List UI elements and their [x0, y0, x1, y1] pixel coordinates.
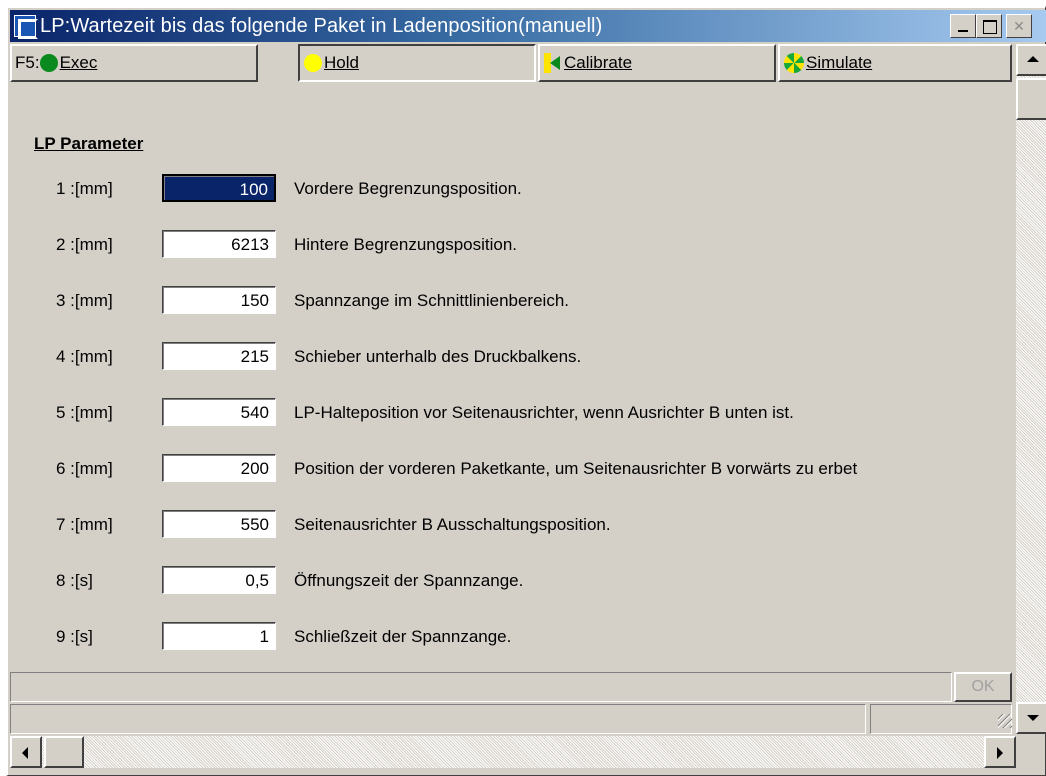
param-value-field[interactable]: 550 — [162, 510, 276, 538]
param-description: Seitenausrichter B Ausschaltungsposition… — [294, 515, 611, 534]
yellow-circle-icon — [304, 54, 322, 72]
param-value-field[interactable]: 100 — [162, 174, 276, 202]
param-label: 5 :[mm] — [56, 403, 113, 422]
param-value-field[interactable]: 1 — [162, 622, 276, 650]
toolbar: F5: Exec Hold Calibrate Simulate — [10, 44, 1012, 82]
param-row: 3 :[mm] 150 Spannzange im Schnittlinienb… — [8, 286, 1012, 318]
message-bar — [10, 672, 952, 702]
param-description: Schieber unterhalb des Druckbalkens. — [294, 347, 582, 366]
param-value-field[interactable]: 540 — [162, 398, 276, 426]
scroll-right-arrow-icon[interactable] — [984, 736, 1016, 768]
param-row: 4 :[mm] 215 Schieber unterhalb des Druck… — [8, 342, 1012, 374]
param-label: 1 :[mm] — [56, 179, 113, 198]
param-label: 8 :[s] — [56, 571, 93, 590]
title-bar[interactable]: LP:Wartezeit bis das folgende Paket in L… — [10, 10, 1046, 42]
section-title: LP Parameter — [34, 134, 144, 153]
status-bar-main — [10, 704, 866, 734]
status-bar-secondary — [870, 704, 1012, 734]
param-description: Schließzeit der Spannzange. — [294, 627, 512, 646]
vertical-scroll-thumb[interactable] — [1016, 78, 1046, 120]
green-circle-icon — [39, 54, 58, 72]
window-title: LP:Wartezeit bis das folgende Paket in L… — [40, 15, 603, 37]
hold-button[interactable]: Hold — [298, 44, 536, 82]
simulate-label: Simulate — [806, 53, 873, 72]
scroll-left-arrow-icon[interactable] — [10, 736, 42, 768]
ok-button[interactable]: OK — [954, 672, 1012, 702]
scroll-up-arrow-icon[interactable] — [1016, 44, 1046, 76]
param-value-field[interactable]: 150 — [162, 286, 276, 314]
maximize-button[interactable] — [976, 14, 1002, 38]
param-row: 5 :[mm] 540 LP-Halteposition vor Seitena… — [8, 398, 1012, 430]
resize-grip-icon[interactable] — [998, 714, 1012, 728]
close-button[interactable]: ✕ — [1006, 14, 1032, 38]
calibrate-button[interactable]: Calibrate — [538, 44, 776, 82]
param-value-field[interactable]: 215 — [162, 342, 276, 370]
minimize-button[interactable] — [950, 14, 976, 38]
scroll-down-arrow-icon[interactable] — [1016, 702, 1046, 734]
hold-label: Hold — [324, 53, 359, 72]
param-row: 8 :[s] 0,5 Öffnungszeit der Spannzange. — [8, 566, 1012, 598]
param-label: 2 :[mm] — [56, 235, 113, 254]
app-logo-icon — [14, 15, 38, 39]
param-row: 7 :[mm] 550 Seitenausrichter B Ausschalt… — [8, 510, 1012, 542]
param-label: 4 :[mm] — [56, 347, 113, 366]
param-description: Hintere Begrenzungsposition. — [294, 235, 518, 254]
param-row: 2 :[mm] 6213 Hintere Begrenzungsposition… — [8, 230, 1012, 262]
param-value-field[interactable]: 0,5 — [162, 566, 276, 594]
param-label: 6 :[mm] — [56, 459, 113, 478]
param-description: Spannzange im Schnittlinienbereich. — [294, 291, 570, 310]
param-label: 9 :[s] — [56, 627, 93, 646]
exec-label: Exec — [59, 53, 98, 72]
horizontal-scroll-thumb[interactable] — [44, 736, 84, 768]
simulate-button[interactable]: Simulate — [778, 44, 1012, 82]
param-label: 3 :[mm] — [56, 291, 113, 310]
calibrate-label: Calibrate — [564, 53, 633, 72]
vertical-scrollbar[interactable] — [1016, 44, 1046, 734]
param-row: 1 :[mm] 100 Vordere Begrenzungsposition. — [8, 174, 1012, 206]
param-value-field[interactable]: 200 — [162, 454, 276, 482]
param-value-field[interactable]: 6213 — [162, 230, 276, 258]
param-label: 7 :[mm] — [56, 515, 113, 534]
f5-shortcut-label: F5: — [15, 53, 40, 72]
simulate-icon — [784, 53, 804, 73]
param-description: Öffnungszeit der Spannzange. — [294, 571, 524, 590]
app-window: LP:Wartezeit bis das folgende Paket in L… — [6, 6, 1046, 776]
param-description: LP-Halteposition vor Seitenausrichter, w… — [294, 403, 794, 422]
param-row: 9 :[s] 1 Schließzeit der Spannzange. — [8, 622, 1012, 654]
param-row: 6 :[mm] 200 Position der vorderen Paketk… — [8, 454, 1012, 486]
calibrate-icon — [544, 53, 562, 73]
param-description: Vordere Begrenzungsposition. — [294, 179, 522, 198]
horizontal-scrollbar[interactable] — [10, 736, 1016, 768]
parameter-panel: LP Parameter 1 :[mm] 100 Vordere Begrenz… — [8, 84, 1012, 668]
param-description: Position der vorderen Paketkante, um Sei… — [294, 459, 858, 478]
exec-button[interactable]: F5: Exec — [10, 44, 258, 82]
